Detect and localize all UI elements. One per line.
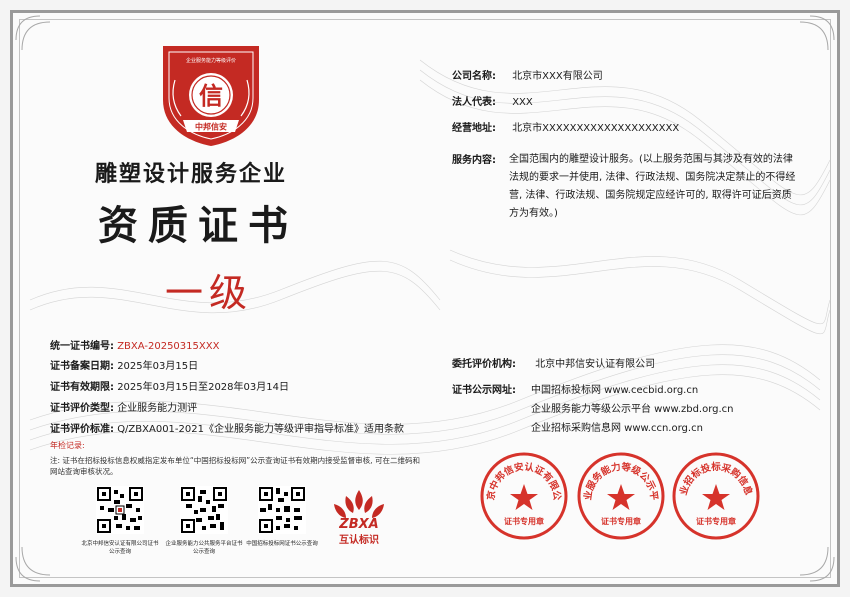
svg-text:企业服务能力等级公示平台: 企业服务能力等级公示平台 <box>575 450 659 501</box>
publish-site-2[interactable]: 企业服务能力等级公示平台 www.zbd.org.cn <box>531 400 734 415</box>
publish-site-3[interactable]: 企业招标采购信息网 www.ccn.org.cn <box>531 419 703 434</box>
qr-code-3[interactable] <box>258 486 306 538</box>
seal-3-stamp-icon: 企业招标投标采购信息网 证书专用章 <box>670 450 760 540</box>
seal-1-bottom-text: 证书专用章 <box>504 516 544 526</box>
svg-text:企业招标投标采购信息网: 企业招标投标采购信息网 <box>670 450 755 497</box>
seal-2-bottom-text: 证书专用章 <box>601 516 641 526</box>
field-evaluator: 委托评价机构: 北京中邦信安认证有限公司 <box>452 359 656 370</box>
field-eval-type: 证书评价类型: 企业服务能力测评 <box>50 403 198 414</box>
certificate-title: 资质证书 <box>98 202 298 249</box>
certificate-subject: 雕塑设计服务企业 <box>95 161 288 187</box>
certification-badge-icon: 企业服务能力等级评价 信 中邦信安 <box>163 46 259 146</box>
qr-code-icon <box>96 486 144 534</box>
field-address: 经营地址: 北京市XXXXXXXXXXXXXXXXXXXX <box>452 123 680 134</box>
qr-code-1[interactable] <box>96 486 144 538</box>
badge-banner: 中邦信安 <box>195 122 227 132</box>
publish-site-1[interactable]: 中国招标投标网 www.cecbid.org.cn <box>531 381 698 396</box>
seal-3-bottom-text: 证书专用章 <box>696 516 736 526</box>
logo-mark: ZBXA <box>338 517 378 532</box>
seal-2-stamp-icon: 企业服务能力等级公示平台 证书专用章 <box>575 450 665 540</box>
seal-1-stamp-icon: 北京中邦信安认证有限公司 证书专用章 <box>478 450 568 540</box>
certificate-note: 注: 证书在招标投标信息权威指定发布单位“中国招标投标网”公示查询证书有效期内接… <box>50 456 420 476</box>
field-scope-text: 全国范围内的雕塑设计服务。(以上服务范围与其涉及有效的法律法规的要求一并使用, … <box>509 154 796 219</box>
field-filing-date: 证书备案日期: 2025年03月15日 <box>50 361 199 372</box>
field-legal-rep: 法人代表: XXX <box>452 97 533 108</box>
field-validity: 证书有效期限: 2025年03月15日至2028年03月14日 <box>50 382 289 393</box>
field-scope-key: 服务内容: <box>452 155 496 166</box>
field-company-name: 公司名称: 北京市XXX有限公司 <box>452 71 603 82</box>
qr-code-icon <box>180 486 228 534</box>
qr-code-icon <box>258 486 306 534</box>
certificate-grade: 一级 <box>165 271 254 315</box>
svg-text:北京中邦信安认证有限公司: 北京中邦信安认证有限公司 <box>478 450 562 501</box>
certificate: 企业服务能力等级评价 信 中邦信安 雕塑设计服务企业 资质证书 一级 统一证书编… <box>0 0 850 597</box>
field-publish-key: 证书公示网址: <box>452 385 516 396</box>
cert-number-value: ZBXA-20250315XXX <box>117 341 220 352</box>
qr-caption-1: 北京中邦信安认证有限公司证书公示查询 <box>81 541 159 555</box>
qr-code-2[interactable] <box>180 486 228 538</box>
seal-2-ring-text: 企业服务能力等级公示平台 <box>575 450 659 501</box>
badge-glyph: 信 <box>199 81 223 110</box>
annual-check-label: 年检记录: <box>50 441 85 450</box>
logo-text: 互认标识 <box>339 533 379 546</box>
field-eval-standard: 证书评价标准: Q/ZBXA001-2021《企业服务能力等级评审指导标准》适用… <box>50 424 404 435</box>
qr-caption-2: 企业服务能力公共服务平台证书公示查询 <box>165 541 243 555</box>
mutual-recognition-logo: ZBXA 互认标识 <box>334 490 384 546</box>
seal-3-ring-text: 企业招标投标采购信息网 <box>670 450 755 497</box>
qr-caption-3: 中国招标投标网证书公示查询 <box>246 541 318 547</box>
badge-org-name: 企业服务能力等级评价 <box>186 57 236 64</box>
seal-1-ring-text: 北京中邦信安认证有限公司 <box>478 450 562 501</box>
field-cert-number: 统一证书编号: ZBXA-20250315XXX <box>50 341 220 352</box>
